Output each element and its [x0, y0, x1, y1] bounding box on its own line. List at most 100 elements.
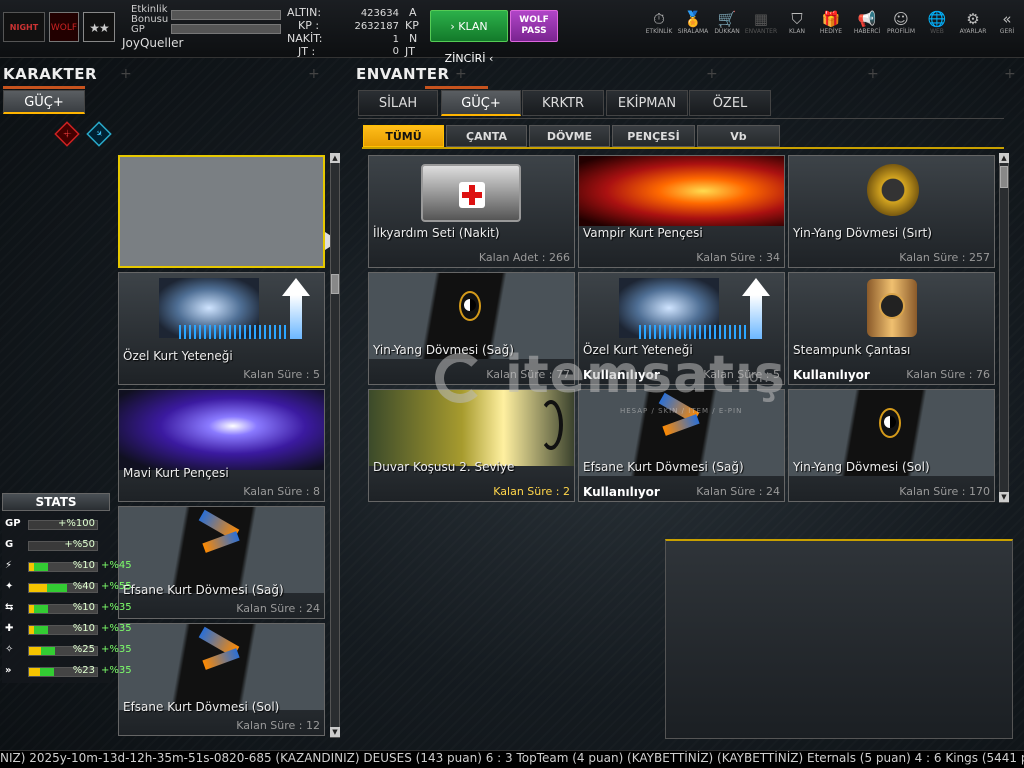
scroll-thumb[interactable] — [331, 274, 339, 294]
cash-label: NAKİT: — [287, 32, 323, 45]
stat-value: +%50 — [64, 539, 95, 550]
nav-icon: 📢 — [857, 10, 877, 28]
nav-geri-button[interactable]: «GERİ — [989, 10, 1024, 46]
equipped-item-card[interactable]: Mavi Kurt Pençesi Kalan Süre : 8 — [118, 389, 325, 502]
clan-emblem[interactable]: WOLF — [49, 12, 79, 42]
match-ticker: NIZ) 2025y-10m-13d-12h-35m-51s-0820-685 … — [0, 750, 1024, 768]
stat-row-3: ✦ %40 +%55 — [5, 581, 135, 595]
nav-siralama-button[interactable]: 🏅 SIRALAMA — [675, 10, 711, 46]
inv-scroll-thumb[interactable] — [1000, 166, 1008, 188]
nav-haberci-button[interactable]: 📢 HABERCİ — [849, 10, 885, 46]
item-remaining: Kalan Süre : 34 — [696, 251, 780, 264]
nav-icon: « — [1002, 10, 1012, 28]
item-remaining: Kalan Süre : 77 — [486, 368, 570, 381]
event-bonus-label: Etkinlik Bonusu — [131, 4, 169, 25]
stat-icon: ⚡ — [5, 560, 13, 571]
stat-bonus: +%45 — [101, 560, 132, 571]
nav-dkkan-button[interactable]: 🛒 DÜKKAN — [709, 10, 745, 46]
nav-hediye-button[interactable]: 🎁 HEDİYE — [813, 10, 849, 46]
nav-icon: ▦ — [753, 10, 769, 28]
item-name: Efsane Kurt Dövmesi (Sol) — [123, 700, 280, 714]
nav-icon: ☺ — [893, 10, 909, 28]
item-name: Steampunk Çantası — [793, 343, 911, 357]
inventory-item-card[interactable]: Efsane Kurt Dövmesi (Sağ) Kullanılıyor Kal… — [578, 389, 785, 502]
stat-value: %10 — [72, 560, 95, 571]
item-remaining: Kalan Süre : 76 — [906, 368, 990, 381]
stat-icon: ✧ — [5, 644, 14, 655]
equipped-item-card[interactable]: Özel Kurt Yeteneği Kalan Süre : 5 — [118, 272, 325, 385]
scroll-down-icon[interactable]: ▼ — [330, 727, 340, 737]
nav-icon: ⏱ — [653, 10, 665, 28]
item-art — [119, 273, 324, 359]
inventory-tab-3[interactable]: EKİPMAN — [606, 90, 688, 116]
item-art — [119, 624, 324, 710]
jt-value: 0 — [392, 46, 399, 57]
item-remaining: Kalan Süre : 2 — [493, 485, 570, 498]
stat-bonus: +%35 — [101, 602, 132, 613]
stats-title: STATS — [2, 493, 110, 511]
item-remaining: Kalan Adet : 266 — [478, 251, 570, 264]
item-in-use-label: Kullanılıyor — [793, 368, 870, 382]
currency-panel: ALTIN: 423634 A KP : 2632187 KP NAKİT: 1… — [284, 0, 424, 58]
inventory-tab-1[interactable]: GÜÇ+ — [441, 90, 521, 116]
kp-unit: KP — [405, 19, 419, 32]
nav-icon: 🌐 — [927, 10, 947, 28]
nav-ayarlar-button[interactable]: ⚙ AYARLAR — [955, 10, 991, 46]
inventory-item-card[interactable]: Yin-Yang Dövmesi (Sol) Kalan Süre : 170 — [788, 389, 995, 502]
klan-chain-button[interactable]: › KLAN ZİNCİRİ ‹ — [430, 10, 508, 65]
cash-unit: N — [409, 32, 418, 45]
equipped-empty-slot[interactable] — [118, 155, 325, 268]
nav-label: ETKİNLİK — [645, 28, 673, 35]
nav-profilim-button[interactable]: ☺ PROFİLİM — [883, 10, 919, 46]
nav-web-button[interactable]: 🌐 WEB — [919, 10, 955, 46]
item-name: Yin-Yang Dövmesi (Sırt) — [793, 226, 932, 240]
nav-icon: ⛉ — [791, 10, 803, 28]
gp-label: GP — [131, 24, 145, 35]
inventory-item-card[interactable]: Yin-Yang Dövmesi (Sağ) Kalan Süre : 77 — [368, 272, 575, 385]
inventory-tab-0[interactable]: SİLAH — [358, 90, 438, 116]
item-remaining: Kalan Süre : 257 — [899, 251, 990, 264]
scroll-up-icon[interactable]: ▲ — [330, 153, 340, 163]
inventory-item-card[interactable]: Vampir Kurt Pençesi Kalan Süre : 34 — [578, 155, 785, 268]
inventory-subtab-4[interactable]: Vb — [697, 125, 780, 147]
item-in-use-label: Kullanılıyor — [583, 368, 660, 382]
character-header-accent — [3, 86, 85, 89]
nav-klan-button[interactable]: ⛉ KLAN — [779, 10, 815, 46]
inventory-subtab-0[interactable]: TÜMÜ — [363, 125, 444, 147]
username: JoyQueller — [122, 36, 184, 50]
inventory-scrollbar[interactable]: ▲ ▼ — [999, 153, 1009, 503]
nav-icon: 🎁 — [821, 10, 841, 28]
wolf-pass-button[interactable]: WOLF PASS — [510, 10, 558, 42]
stat-value: +%100 — [58, 518, 95, 529]
equipped-scrollbar[interactable]: ▲ ▼ — [330, 153, 340, 738]
inventory-tab-2[interactable]: KRKTR — [522, 90, 604, 116]
inventory-item-card[interactable]: Steampunk Çantası Kullanılıyor Kalan Süre … — [788, 272, 995, 385]
stat-value: %23 — [72, 665, 95, 676]
equipped-item-card[interactable]: Efsane Kurt Dövmesi (Sol) Kalan Süre : 12 — [118, 623, 325, 736]
inventory-tab-4[interactable]: ÖZEL — [689, 90, 771, 116]
inv-scroll-up-icon[interactable]: ▲ — [999, 153, 1009, 163]
event-bonus-bar — [171, 10, 281, 20]
inventory-item-card[interactable]: Duvar Koşusu 2. Seviye Kalan Süre : 2 — [368, 389, 575, 502]
equipped-item-card[interactable]: Efsane Kurt Dövmesi (Sağ) Kalan Süre : 24 — [118, 506, 325, 619]
inventory-subtab-3[interactable]: PENÇESİ — [612, 125, 695, 147]
inventory-subtab-1[interactable]: ÇANTA — [446, 125, 527, 147]
nav-etkinlik-button[interactable]: ⏱ ETKİNLİK — [641, 10, 677, 46]
item-remaining: Kalan Süre : 24 — [696, 485, 780, 498]
item-in-use-label: Kullanılıyor — [583, 485, 660, 499]
inventory-item-card[interactable]: İlkyardım Seti (Nakit) Kalan Adet : 266 — [368, 155, 575, 268]
inventory-subtab-2[interactable]: DÖVME — [529, 125, 610, 147]
inventory-item-card[interactable]: Yin-Yang Dövmesi (Sırt) Kalan Süre : 257 — [788, 155, 995, 268]
character-tab-guc[interactable]: GÜÇ+ — [3, 90, 85, 114]
stat-icon: G — [5, 539, 14, 550]
nav-label: HABERCİ — [853, 28, 881, 35]
inv-scroll-down-icon[interactable]: ▼ — [999, 492, 1009, 502]
nav-label: WEB — [930, 28, 944, 35]
nav-envanter-button[interactable]: ▦ ENVANTER — [743, 10, 779, 46]
gold-label: ALTIN: — [287, 6, 322, 19]
nav-label: DÜKKAN — [714, 28, 740, 35]
inventory-item-card[interactable]: Özel Kurt Yeteneği Kullanılıyor Kalan Süre… — [578, 272, 785, 385]
stat-row-1: G +%50 — [5, 539, 135, 553]
stat-row-7: » %23 +%35 — [5, 665, 135, 679]
tabs-divider — [358, 118, 1004, 119]
